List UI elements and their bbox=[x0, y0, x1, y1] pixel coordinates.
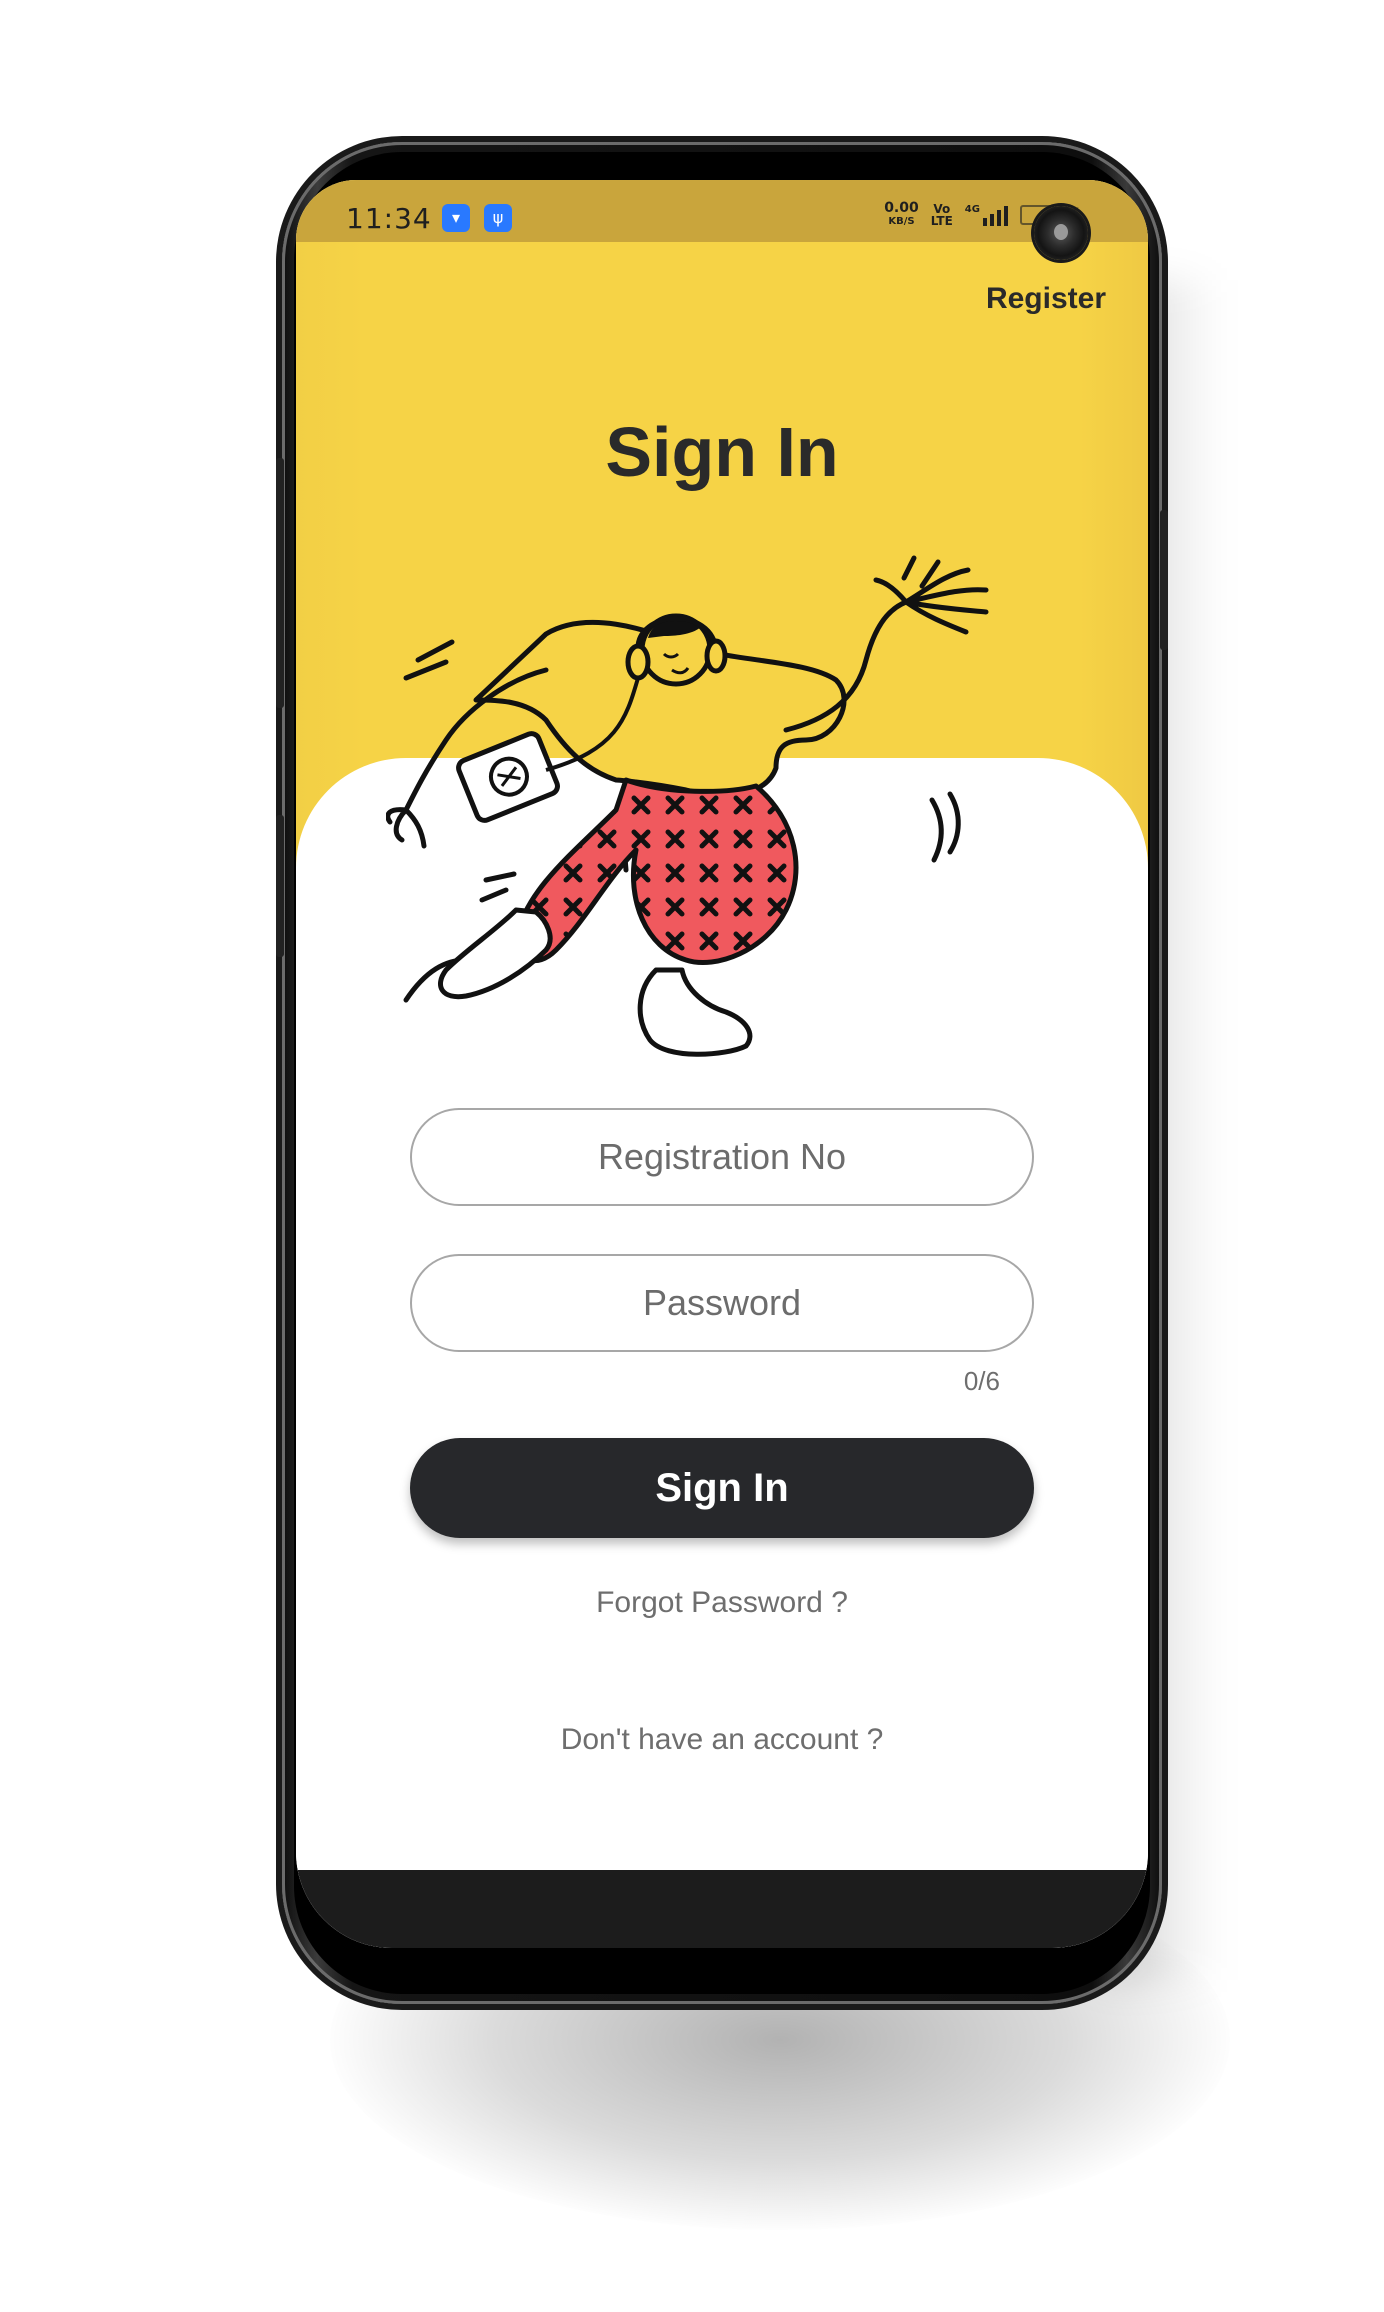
password-character-counter: 0/6 bbox=[963, 1366, 1000, 1396]
front-camera bbox=[1034, 206, 1088, 260]
android-icon: ▾ bbox=[442, 204, 470, 232]
register-link[interactable]: Register bbox=[986, 282, 1106, 316]
motion-line bbox=[415, 639, 455, 663]
network-type-label: 4G bbox=[964, 204, 980, 215]
password-field[interactable]: Password bbox=[410, 1254, 1034, 1352]
usb-icon: ψ bbox=[484, 204, 512, 232]
left-hand bbox=[386, 807, 427, 849]
headphones-cup bbox=[704, 638, 728, 674]
signal-icon: 4G bbox=[965, 204, 1008, 226]
network-speed-unit: KB/S bbox=[888, 216, 915, 227]
sign-in-button[interactable]: Sign In bbox=[410, 1438, 1034, 1538]
volte-icon: Vo LTE bbox=[931, 203, 953, 227]
pants bbox=[515, 777, 799, 966]
bixby-button bbox=[276, 815, 284, 957]
network-speed: 0.00 KB/S bbox=[884, 201, 919, 229]
phone-screen: 11:34 ▾ ψ 0.00 KB/S Vo LTE 4G ⚡ R bbox=[296, 180, 1148, 1948]
page-title: Sign In bbox=[605, 413, 839, 491]
headphones-cup bbox=[625, 643, 651, 681]
screen-bottom-edge bbox=[296, 1870, 1148, 1948]
status-bar: 11:34 ▾ ψ 0.00 KB/S Vo LTE 4G ⚡ bbox=[296, 180, 1148, 242]
motion-line bbox=[403, 659, 449, 681]
motion-line bbox=[483, 871, 517, 883]
volte-bottom-label: LTE bbox=[930, 214, 953, 228]
motion-line bbox=[947, 791, 961, 855]
forgot-password-link[interactable]: Forgot Password ? bbox=[296, 1586, 1148, 1620]
motion-line bbox=[929, 797, 944, 863]
camera-lens bbox=[1054, 224, 1068, 240]
phone-in-hand bbox=[456, 731, 560, 823]
motion-line bbox=[479, 887, 509, 903]
right-shoe bbox=[637, 967, 753, 1057]
motion-line bbox=[901, 555, 917, 581]
create-account-link[interactable]: Don't have an account ? bbox=[296, 1723, 1148, 1757]
password-placeholder: Password bbox=[642, 1282, 802, 1323]
network-speed-value: 0.00 bbox=[884, 200, 919, 216]
registration-number-field[interactable]: Registration No bbox=[410, 1108, 1034, 1206]
status-time: 11:34 bbox=[346, 202, 432, 235]
volume-up-button bbox=[276, 458, 284, 708]
left-shoe bbox=[438, 907, 553, 1000]
right-hand bbox=[873, 567, 989, 635]
registration-number-placeholder: Registration No bbox=[597, 1136, 847, 1177]
power-button bbox=[1160, 510, 1168, 650]
